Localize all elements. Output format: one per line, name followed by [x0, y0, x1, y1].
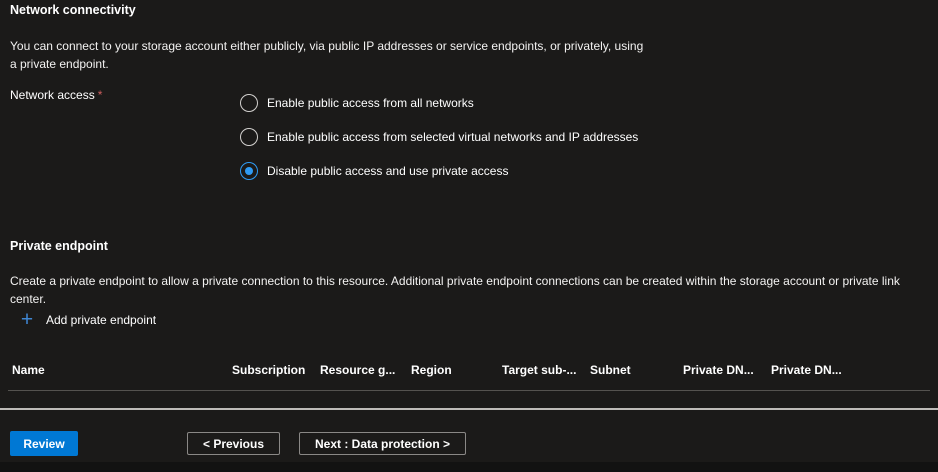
networking-tab-panel: Network connectivity You can connect to …: [0, 0, 938, 472]
radio-button-icon[interactable]: [240, 162, 258, 180]
radio-button-icon[interactable]: [240, 94, 258, 112]
previous-button[interactable]: < Previous: [187, 432, 280, 455]
footer-divider: [0, 408, 938, 410]
column-header-resource-group: Resource g...: [320, 363, 411, 377]
table-header-divider: [8, 390, 930, 391]
network-connectivity-heading: Network connectivity: [10, 3, 136, 17]
radio-option-label: Disable public access and use private ac…: [267, 164, 508, 178]
radio-option[interactable]: Disable public access and use private ac…: [240, 162, 638, 180]
column-header-target-subresource: Target sub-...: [502, 363, 590, 377]
private-endpoint-heading: Private endpoint: [10, 239, 108, 253]
private-endpoint-table-header: Name Subscription Resource g... Region T…: [12, 363, 938, 377]
column-header-region: Region: [411, 363, 502, 377]
add-private-endpoint-label: Add private endpoint: [46, 313, 156, 327]
column-header-name: Name: [12, 363, 232, 377]
wizard-footer: Review < Previous Next : Data protection…: [0, 430, 938, 458]
next-data-protection-button[interactable]: Next : Data protection >: [299, 432, 466, 455]
review-button[interactable]: Review: [10, 431, 78, 456]
private-endpoint-description: Create a private endpoint to allow a pri…: [10, 272, 934, 308]
column-header-private-dns-2: Private DN...: [771, 363, 871, 377]
column-header-subnet: Subnet: [590, 363, 683, 377]
plus-icon: +: [16, 310, 38, 330]
network-connectivity-description: You can connect to your storage account …: [10, 37, 648, 73]
column-header-subscription: Subscription: [232, 363, 320, 377]
radio-option[interactable]: Enable public access from all networks: [240, 94, 638, 112]
radio-button-icon[interactable]: [240, 128, 258, 146]
radio-option-label: Enable public access from all networks: [267, 96, 474, 110]
bottom-edge-strip: [0, 462, 938, 472]
radio-option-label: Enable public access from selected virtu…: [267, 130, 638, 144]
network-access-label: Network access*: [10, 88, 102, 102]
required-asterisk: *: [98, 88, 103, 102]
radio-option[interactable]: Enable public access from selected virtu…: [240, 128, 638, 146]
network-access-radio-group: Enable public access from all networks E…: [240, 94, 638, 196]
column-header-private-dns-1: Private DN...: [683, 363, 771, 377]
add-private-endpoint-button[interactable]: + Add private endpoint: [10, 309, 156, 331]
